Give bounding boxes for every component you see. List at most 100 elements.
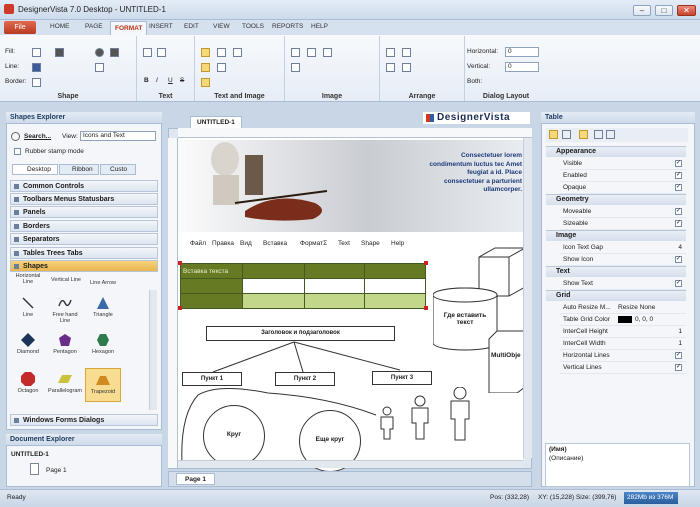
align-objects-icon[interactable] xyxy=(386,63,395,72)
property-row[interactable]: Moveable ✓ xyxy=(560,206,686,218)
canvas-vertical-scrollbar[interactable] xyxy=(523,138,532,458)
canvas-menu-item[interactable]: ФорматΣ xyxy=(300,240,327,247)
align-right-icon[interactable] xyxy=(233,48,242,57)
page-tab[interactable]: Page 1 xyxy=(176,473,215,485)
shadow-icon[interactable] xyxy=(95,63,104,72)
property-row[interactable]: Table Grid Color 0, 0, 0 xyxy=(560,314,686,326)
shape-horizontal-line[interactable]: Horizontal Line xyxy=(10,273,46,285)
view-select[interactable]: Icons and Text xyxy=(80,131,156,141)
table-cell[interactable] xyxy=(304,278,365,294)
canvas-menu-item[interactable]: Правка xyxy=(212,240,234,247)
property-checkbox[interactable]: ✓ xyxy=(675,208,682,215)
selection-handle[interactable] xyxy=(424,261,428,265)
shape-freehand-line[interactable]: Free hand Line xyxy=(47,296,83,324)
tab-custom[interactable]: Custo xyxy=(100,164,136,175)
tab-view[interactable]: VIEW xyxy=(213,23,230,30)
property-value[interactable]: 0, 0, 0 xyxy=(635,316,653,323)
table-cell[interactable] xyxy=(364,263,426,279)
search-link[interactable]: Search... xyxy=(24,133,51,140)
selection-handle[interactable] xyxy=(178,306,182,310)
shape-parallelogram[interactable]: Parallelogram xyxy=(47,372,83,394)
tab-help[interactable]: HELP xyxy=(311,23,328,30)
category-windows-forms[interactable]: Windows Forms Dialogs xyxy=(10,414,158,426)
table-cell[interactable] xyxy=(304,263,365,279)
tab-desktop[interactable]: Desktop xyxy=(12,164,58,175)
property-row[interactable]: Opaque ✓ xyxy=(560,182,686,194)
property-row[interactable]: Visible ✓ xyxy=(560,158,686,170)
shapes-scrollbar[interactable] xyxy=(149,290,157,410)
shape-line-arrow[interactable]: Line Arrow xyxy=(85,280,121,286)
image-fit-icon[interactable] xyxy=(307,48,316,57)
canvas-menu-item[interactable]: Text xyxy=(338,240,350,247)
property-checkbox[interactable]: ✓ xyxy=(675,352,682,359)
tab-page[interactable]: PAGE xyxy=(85,23,103,30)
shape-line[interactable]: Line xyxy=(10,296,46,318)
category-borders[interactable]: Borders xyxy=(10,220,158,232)
table-cell[interactable] xyxy=(364,293,426,309)
category-separators[interactable]: Separators xyxy=(10,233,158,245)
tab-edit[interactable]: EDIT xyxy=(184,23,199,30)
canvas-menu-item[interactable]: Вид xyxy=(240,240,252,247)
property-row[interactable]: Show Text ✓ xyxy=(560,278,686,290)
table-cell[interactable] xyxy=(180,278,243,294)
property-row[interactable]: Vertical Lines ✓ xyxy=(560,362,686,374)
italic-button[interactable]: I xyxy=(156,77,158,84)
bring-front-icon[interactable] xyxy=(386,48,395,57)
align-left-icon[interactable] xyxy=(201,48,210,57)
properties-icon[interactable] xyxy=(579,130,588,139)
property-value[interactable]: 1 xyxy=(678,340,682,347)
strike-button[interactable]: S xyxy=(180,77,184,84)
table-cell[interactable] xyxy=(364,278,426,294)
table-header-cell[interactable]: Вставка текста xyxy=(180,263,243,279)
property-row[interactable]: Show Icon ✓ xyxy=(560,254,686,266)
tab-reports[interactable]: REPORTS xyxy=(272,23,303,30)
table-shape[interactable]: Вставка текста xyxy=(180,263,426,309)
category-tables[interactable]: Tables Trees Tabs xyxy=(10,247,158,259)
property-checkbox[interactable]: ✓ xyxy=(675,280,682,287)
image-insert-icon[interactable] xyxy=(291,48,300,57)
send-back-icon[interactable] xyxy=(402,48,411,57)
font-icon[interactable] xyxy=(143,48,152,57)
vertical-spacing-select[interactable]: 0 xyxy=(505,62,539,72)
property-row[interactable]: Auto Resize M... Resize None xyxy=(560,302,686,314)
property-checkbox[interactable]: ✓ xyxy=(675,256,682,263)
font-size-icon[interactable] xyxy=(157,48,166,57)
image-center-icon[interactable] xyxy=(291,63,300,72)
shape-octagon[interactable]: Octagon xyxy=(10,372,46,394)
property-group-appearance[interactable]: Appearance xyxy=(546,146,686,157)
property-checkbox[interactable]: ✓ xyxy=(675,172,682,179)
property-group-geometry[interactable]: Geometry xyxy=(546,194,686,205)
property-row[interactable]: InterCell Width 1 xyxy=(560,338,686,350)
settings-icon[interactable] xyxy=(606,130,615,139)
fill-color-icon[interactable] xyxy=(32,48,41,57)
people-figures[interactable] xyxy=(376,387,478,442)
flow-item-3[interactable]: Пункт 3 xyxy=(372,371,432,385)
document-name[interactable]: UNTITLED-1 xyxy=(11,451,49,458)
events-icon[interactable] xyxy=(594,130,603,139)
flow-item-2[interactable]: Пункт 2 xyxy=(275,372,335,386)
line-color-icon[interactable] xyxy=(32,63,41,72)
shape-hexagon[interactable]: Hexagon xyxy=(85,333,121,355)
shape-triangle[interactable]: Triangle xyxy=(85,296,121,318)
canvas-menu-item[interactable]: Файл xyxy=(190,240,206,247)
table-cell[interactable] xyxy=(242,293,305,309)
property-checkbox[interactable]: ✓ xyxy=(675,364,682,371)
property-value[interactable]: 4 xyxy=(678,244,682,251)
canvas-horizontal-scrollbar[interactable] xyxy=(178,460,523,468)
image-stretch-icon[interactable] xyxy=(323,48,332,57)
category-shapes[interactable]: Shapes xyxy=(10,260,158,272)
tab-tools[interactable]: TOOLS xyxy=(242,23,264,30)
image-top-icon[interactable] xyxy=(217,63,226,72)
categorized-icon[interactable] xyxy=(549,130,558,139)
rubber-stamp-checkbox[interactable] xyxy=(14,148,21,155)
property-checkbox[interactable]: ✓ xyxy=(675,184,682,191)
property-row[interactable]: Horizontal Lines ✓ xyxy=(560,350,686,362)
shape-trapezoid[interactable]: Trapezoid xyxy=(85,368,121,402)
close-button[interactable]: ✕ xyxy=(677,5,696,16)
shape-vertical-line[interactable]: Vertical Line xyxy=(48,277,84,283)
category-common-controls[interactable]: Common Controls xyxy=(10,180,158,192)
selection-handle[interactable] xyxy=(424,306,428,310)
canvas-menu-item[interactable]: Shape xyxy=(361,240,380,247)
ellipse-icon[interactable] xyxy=(95,48,104,57)
rect-icon[interactable] xyxy=(110,48,119,57)
